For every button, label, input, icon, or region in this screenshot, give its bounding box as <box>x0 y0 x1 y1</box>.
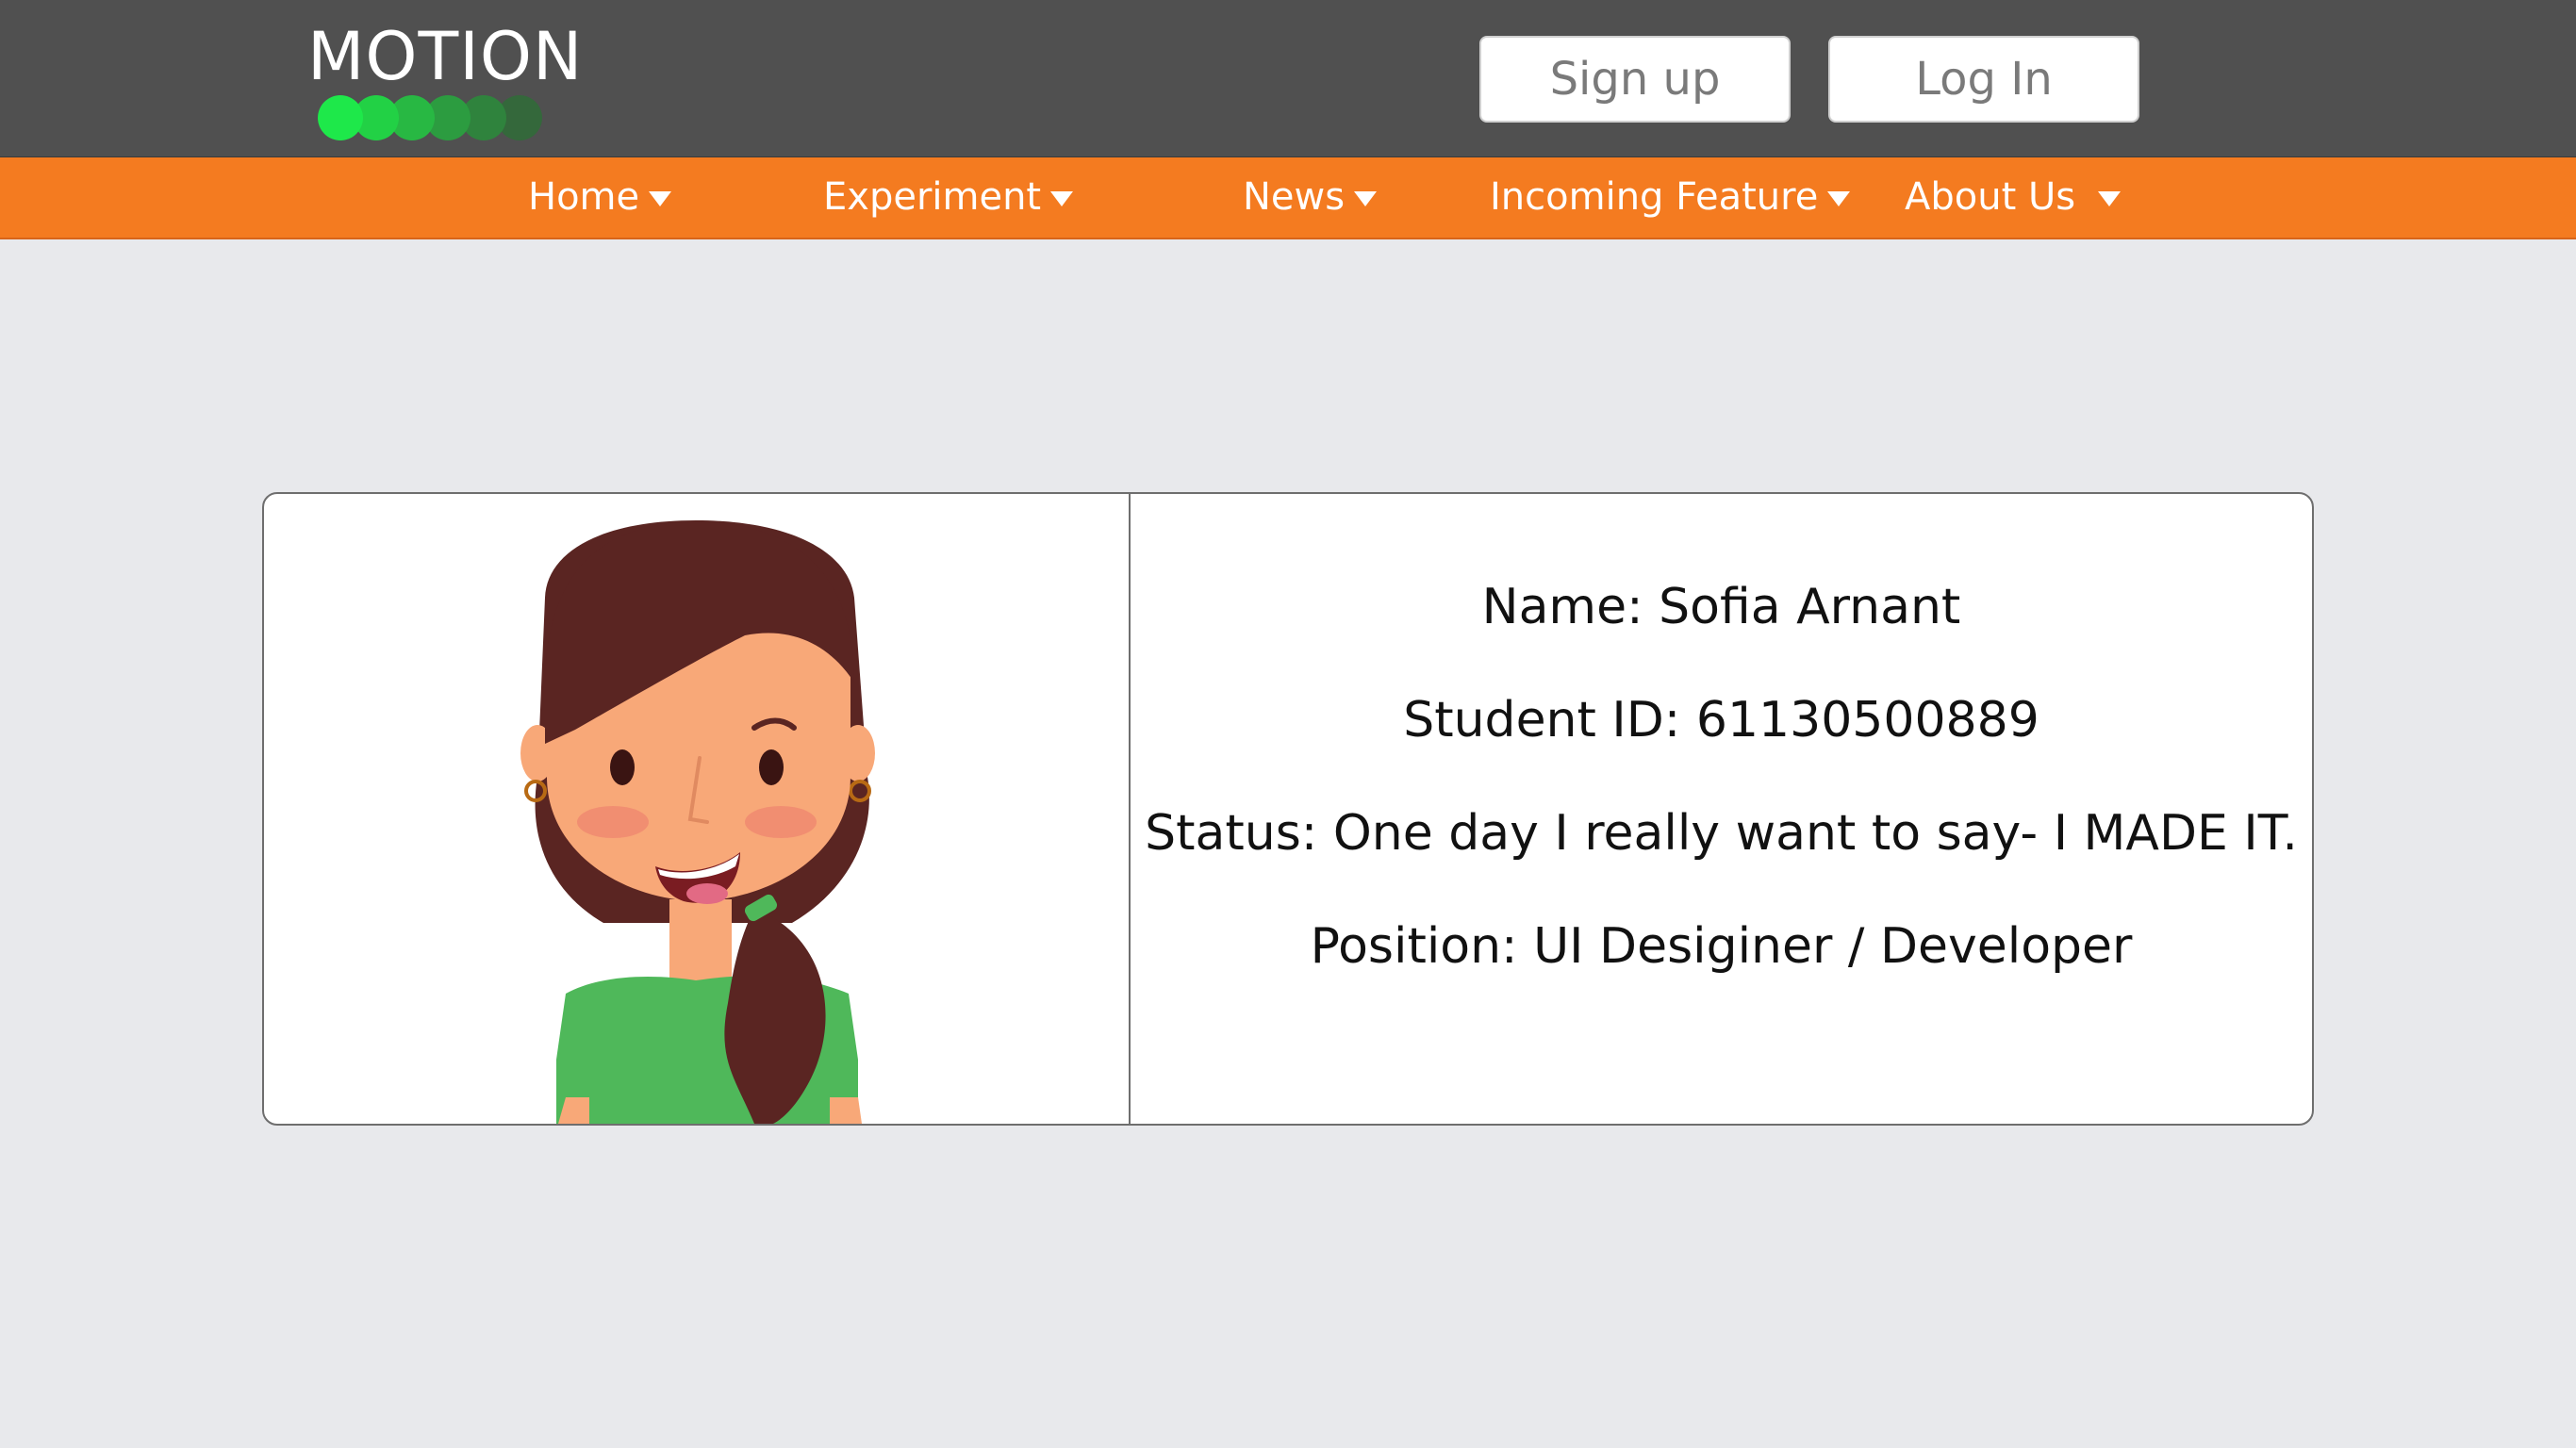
caret-down-icon <box>2098 191 2122 206</box>
nav-item-label: Incoming Feature <box>1490 175 1819 219</box>
caret-down-icon <box>1050 191 1074 206</box>
profile-student-id: Student ID: 61130500889 <box>1403 692 2039 749</box>
profile-name: Name: Sofia Arnant <box>1481 579 1961 635</box>
top-header: MOTION Sign up Log In <box>0 0 2576 157</box>
avatar-portrait-image <box>520 520 875 1124</box>
caret-down-icon <box>649 191 672 206</box>
profile-info: Name: Sofia Arnant Student ID: 611305008… <box>1131 494 2312 1124</box>
nav-item-home[interactable]: Home <box>528 157 672 238</box>
avatar-illustration <box>264 494 1129 1124</box>
profile-position: Position: UI Desiginer / Developer <box>1310 918 2133 975</box>
brand-logo-dots <box>318 95 563 140</box>
profile-card: Name: Sofia Arnant Student ID: 611305008… <box>262 492 2314 1126</box>
nav-item-experiment[interactable]: Experiment <box>823 157 1074 238</box>
nav-item-incoming-feature[interactable]: Incoming Feature <box>1490 157 1851 238</box>
nav-item-about-us[interactable]: About Us <box>1905 157 2122 238</box>
signup-button[interactable]: Sign up <box>1479 36 1791 123</box>
brand-logo-text[interactable]: MOTION <box>307 19 583 94</box>
logo-dot <box>318 95 363 140</box>
nav-item-label: Experiment <box>823 175 1042 219</box>
login-button[interactable]: Log In <box>1828 36 2139 123</box>
profile-status: Status: One day I really want to say- I … <box>1145 805 2298 862</box>
main-nav: Home Experiment News Incoming Feature Ab… <box>0 157 2576 239</box>
nav-item-news[interactable]: News <box>1243 157 1378 238</box>
nav-item-label: Home <box>528 175 640 219</box>
nav-item-label: News <box>1243 175 1346 219</box>
caret-down-icon <box>1354 191 1378 206</box>
nav-item-label: About Us <box>1905 175 2076 219</box>
caret-down-icon <box>1827 191 1851 206</box>
